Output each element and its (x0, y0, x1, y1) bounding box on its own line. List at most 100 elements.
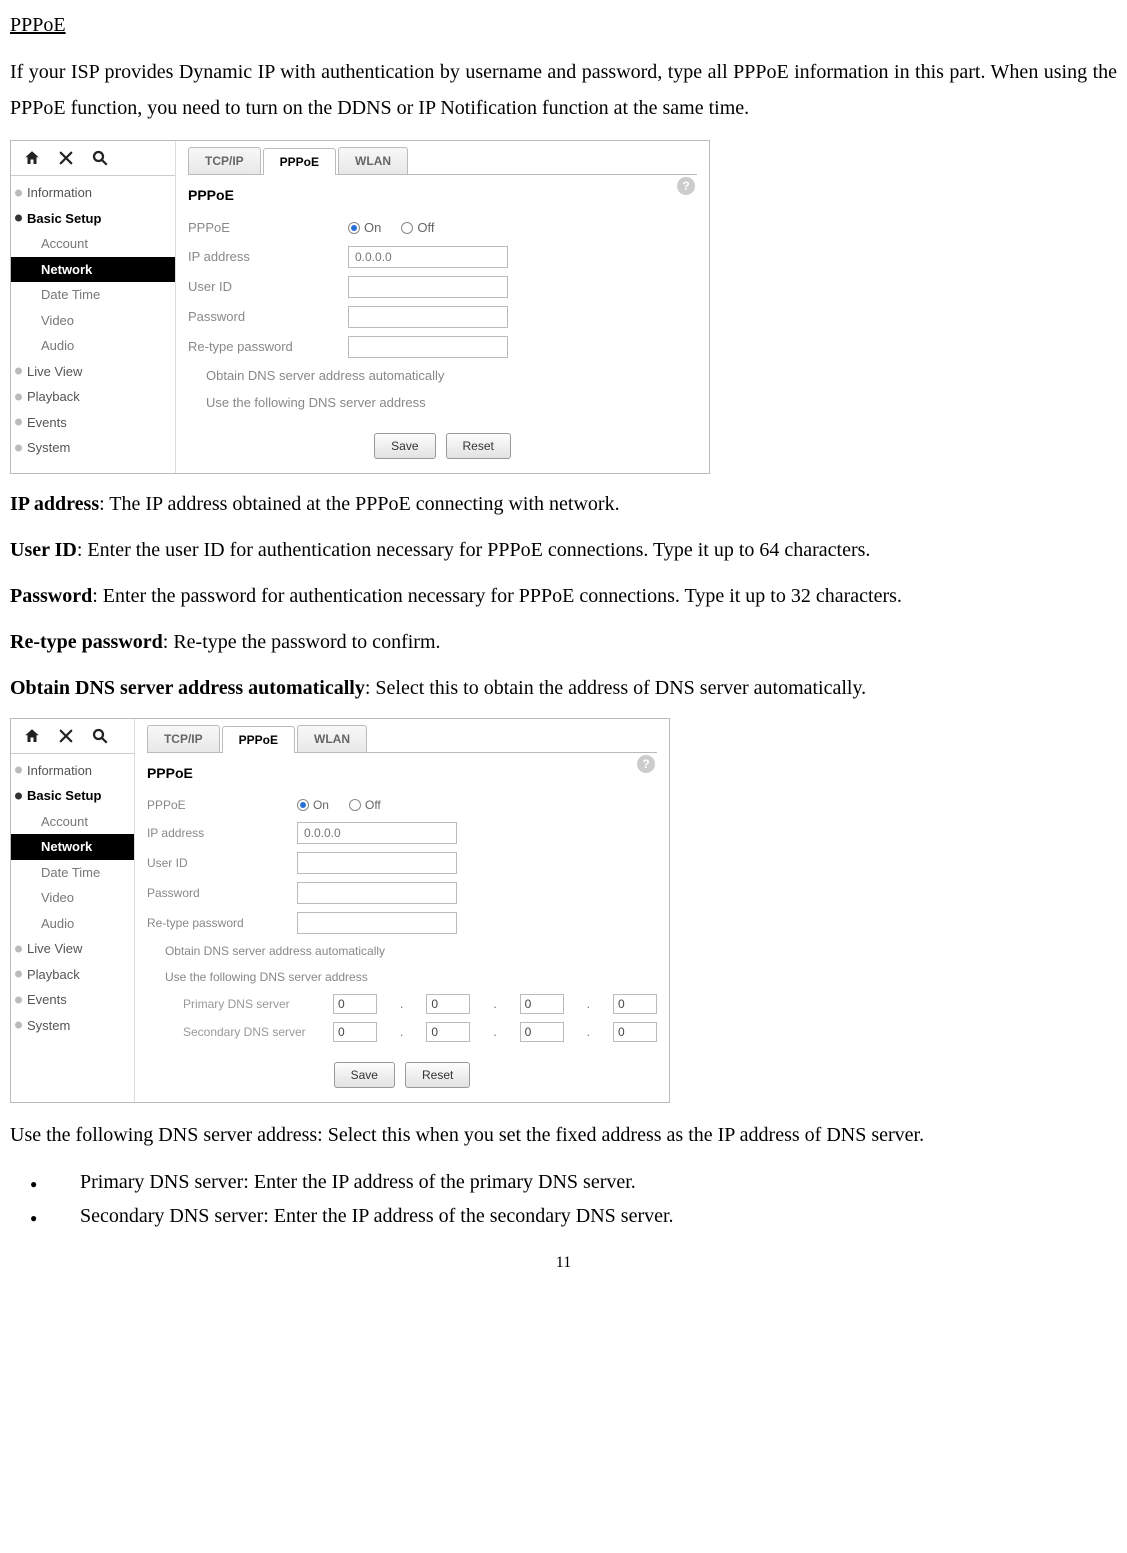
button-row: Save Reset (188, 433, 697, 459)
tools-icon[interactable] (55, 725, 77, 747)
input-password[interactable] (348, 306, 508, 328)
nav-date-time[interactable]: Date Time (11, 282, 175, 308)
radio-on[interactable]: On (297, 796, 329, 814)
secondary-dns-octet-3[interactable] (520, 1022, 564, 1042)
tab-pppoe[interactable]: PPPoE (222, 726, 295, 753)
primary-dns-octet-1[interactable] (333, 994, 377, 1014)
nav-network[interactable]: Network (11, 834, 134, 860)
nav-account[interactable]: Account (11, 231, 175, 257)
radio-on-label: On (364, 218, 381, 238)
save-button[interactable]: Save (334, 1062, 395, 1088)
nav-audio[interactable]: Audio (11, 911, 134, 937)
nav-audio[interactable]: Audio (11, 333, 175, 359)
radio-off[interactable]: Off (401, 218, 434, 238)
row-userid: User ID (188, 272, 697, 302)
nav: Information Basic Setup Account Network … (11, 754, 134, 1043)
tab-pppoe[interactable]: PPPoE (263, 148, 336, 175)
nav-playback[interactable]: Playback (11, 962, 134, 988)
nav-live-view[interactable]: Live View (11, 936, 134, 962)
sidebar: Information Basic Setup Account Network … (11, 719, 135, 1102)
radio-dns-auto[interactable]: Obtain DNS server address automatically (147, 938, 657, 964)
help-icon[interactable]: ? (637, 755, 655, 773)
radio-on-label: On (313, 796, 329, 814)
def-obtain-dns-label: Obtain DNS server address automatically (10, 677, 365, 699)
panel-title: PPPoE (147, 763, 657, 784)
nav-events[interactable]: Events (11, 410, 175, 436)
dot-sep: . (490, 995, 499, 1013)
def-ip-label: IP address (10, 493, 99, 515)
radio-dns-auto[interactable]: Obtain DNS server address automatically (188, 362, 697, 390)
input-retype[interactable] (348, 336, 508, 358)
input-userid[interactable] (297, 852, 457, 874)
save-button[interactable]: Save (374, 433, 435, 459)
home-icon[interactable] (21, 147, 43, 169)
bullet-secondary: Secondary DNS server: Enter the IP addre… (10, 1201, 1117, 1231)
bullet-secondary-text: Secondary DNS server: Enter the IP addre… (80, 1201, 674, 1231)
tab-wlan[interactable]: WLAN (338, 147, 408, 174)
row-password: Password (147, 878, 657, 908)
tools-icon[interactable] (55, 147, 77, 169)
def-use-dns-label: Use the following DNS server address (10, 1124, 317, 1146)
nav-video[interactable]: Video (11, 885, 134, 911)
search-icon[interactable] (89, 725, 111, 747)
def-use-dns-text: : Select this when you set the fixed add… (317, 1124, 924, 1146)
reset-button[interactable]: Reset (446, 433, 511, 459)
row-retype: Re-type password (147, 908, 657, 938)
radio-dns-manual[interactable]: Use the following DNS server address (147, 964, 657, 990)
reset-button[interactable]: Reset (405, 1062, 470, 1088)
button-row: Save Reset (147, 1062, 657, 1088)
nav-system[interactable]: System (11, 435, 175, 461)
radio-dns-manual-label: Use the following DNS server address (165, 968, 368, 986)
label-pppoe: PPPoE (188, 218, 348, 238)
nav-basic-setup[interactable]: Basic Setup (11, 206, 175, 232)
nav-network[interactable]: Network (11, 257, 175, 283)
intro-paragraph: If your ISP provides Dynamic IP with aut… (10, 54, 1117, 126)
def-retype-label: Re-type password (10, 631, 163, 653)
def-retype-text: : Re-type the password to confirm. (163, 631, 441, 653)
secondary-dns-octet-1[interactable] (333, 1022, 377, 1042)
tab-tcpip[interactable]: TCP/IP (188, 147, 261, 174)
nav-playback[interactable]: Playback (11, 384, 175, 410)
input-retype[interactable] (297, 912, 457, 934)
tabs: TCP/IP PPPoE WLAN (188, 147, 697, 175)
def-password: Password: Enter the password for authent… (10, 580, 1117, 612)
tab-wlan[interactable]: WLAN (297, 725, 367, 752)
help-icon[interactable]: ? (677, 177, 695, 195)
tabs: TCP/IP PPPoE WLAN (147, 725, 657, 753)
nav-information[interactable]: Information (11, 180, 175, 206)
nav-live-view[interactable]: Live View (11, 359, 175, 385)
input-ip[interactable] (348, 246, 508, 268)
nav-basic-setup[interactable]: Basic Setup (11, 783, 134, 809)
secondary-dns-octet-2[interactable] (426, 1022, 470, 1042)
radio-off-label: Off (365, 796, 381, 814)
tab-tcpip[interactable]: TCP/IP (147, 725, 220, 752)
label-retype: Re-type password (147, 914, 297, 932)
row-secondary-dns: Secondary DNS server . . . (183, 1018, 657, 1046)
nav-events[interactable]: Events (11, 987, 134, 1013)
def-user-id: User ID: Enter the user ID for authentic… (10, 534, 1117, 566)
secondary-dns-octet-4[interactable] (613, 1022, 657, 1042)
nav-information[interactable]: Information (11, 758, 134, 784)
nav-system[interactable]: System (11, 1013, 134, 1039)
bullet-list: Primary DNS server: Enter the IP address… (10, 1167, 1117, 1231)
input-password[interactable] (297, 882, 457, 904)
nav-video[interactable]: Video (11, 308, 175, 334)
search-icon[interactable] (89, 147, 111, 169)
panel-title: PPPoE (188, 185, 697, 206)
label-pppoe: PPPoE (147, 796, 297, 814)
radio-on[interactable]: On (348, 218, 381, 238)
primary-dns-octet-4[interactable] (613, 994, 657, 1014)
def-use-dns: Use the following DNS server address: Se… (10, 1117, 1117, 1153)
input-userid[interactable] (348, 276, 508, 298)
home-icon[interactable] (21, 725, 43, 747)
nav-date-time[interactable]: Date Time (11, 860, 134, 886)
radio-off[interactable]: Off (349, 796, 381, 814)
nav-account[interactable]: Account (11, 809, 134, 835)
radio-dns-manual[interactable]: Use the following DNS server address (188, 389, 697, 417)
primary-dns-octet-2[interactable] (426, 994, 470, 1014)
input-ip[interactable] (297, 822, 457, 844)
label-userid: User ID (188, 277, 348, 297)
def-userid-label: User ID (10, 539, 77, 561)
bullet-icon (10, 1167, 80, 1197)
primary-dns-octet-3[interactable] (520, 994, 564, 1014)
